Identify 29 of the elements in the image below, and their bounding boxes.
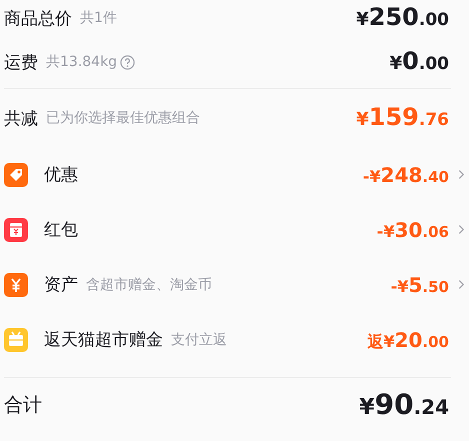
chevron-icon[interactable]: [458, 169, 465, 180]
row-note: 含超市赠金、淘金币: [86, 276, 212, 294]
row-note: 支付立返: [171, 330, 227, 348]
row-label: 共减: [4, 108, 38, 130]
row-label: 返天猫超市赠金: [44, 329, 163, 351]
row-label: 红包: [44, 219, 78, 241]
price: -¥248.40: [362, 162, 449, 188]
price: -¥30.06: [376, 216, 449, 244]
gift-box-icon: [4, 328, 28, 352]
price: ¥90.24: [359, 386, 449, 423]
row-label: 优惠: [44, 164, 78, 186]
row-label: 商品总价: [4, 8, 72, 30]
row-label: 合计: [4, 393, 42, 418]
yen-icon: [4, 272, 28, 296]
price: ¥159.76: [356, 102, 449, 134]
envelope-icon: [4, 218, 28, 242]
help-icon[interactable]: [120, 54, 136, 70]
chevron-icon[interactable]: [458, 224, 465, 235]
row-note: 共13.84kg: [46, 53, 118, 71]
price: ¥0.00: [390, 46, 449, 78]
price: 返¥20.00: [367, 326, 449, 354]
row-label: 运费: [4, 52, 38, 74]
tag-icon: [4, 162, 28, 186]
chevron-icon[interactable]: [458, 279, 465, 290]
row-note: 已为你选择最佳优惠组合: [46, 109, 200, 127]
price: -¥5.50: [390, 272, 449, 298]
row-note: 共1件: [80, 9, 117, 27]
row-label: 资产: [44, 274, 78, 296]
price: ¥250.00: [356, 2, 449, 34]
